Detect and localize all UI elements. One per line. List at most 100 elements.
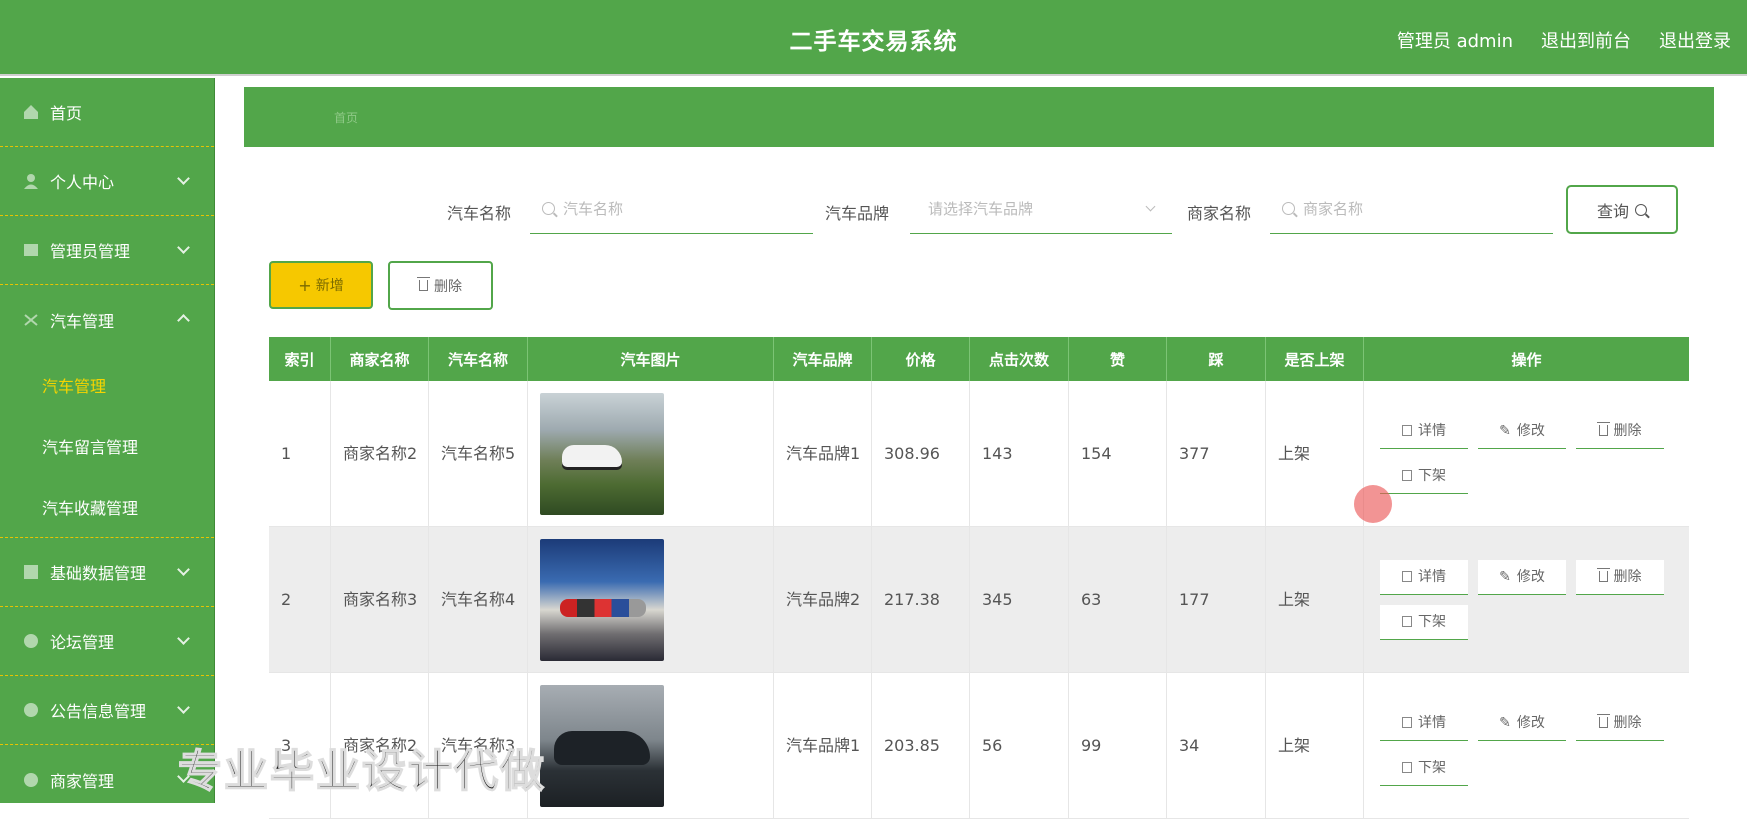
plus-icon: +: [298, 275, 312, 295]
chevron-down-icon: [177, 632, 190, 645]
cell-price: 217.38: [872, 527, 970, 672]
query-button-label: 查询: [1596, 201, 1629, 221]
cell-price: 203.85: [872, 673, 970, 818]
car-photo[interactable]: [540, 684, 664, 807]
edit-button[interactable]: ✎ 修改: [1478, 413, 1566, 449]
breadcrumb-home[interactable]: 首页: [334, 109, 358, 126]
table-row: 2 商家名称3 汽车名称4 汽车品牌2 217.38 345 63 177 上架…: [269, 527, 1689, 673]
unshelf-button[interactable]: 下架: [1380, 458, 1468, 494]
sidebar-item-profile[interactable]: 个人中心: [0, 147, 214, 216]
forum-icon: [22, 632, 40, 650]
merchant-placeholder: 商家名称: [1303, 199, 1364, 218]
table-row: 1 商家名称2 汽车名称5 汽车品牌1 308.96 143 154 377 上…: [269, 381, 1689, 527]
detail-button[interactable]: 详情: [1380, 559, 1468, 595]
detail-label: 详情: [1418, 714, 1446, 731]
sidebar-item-label: 汽车管理: [50, 311, 115, 331]
sidebar-subitem-car-manage[interactable]: 汽车管理: [0, 354, 214, 415]
sidebar-item-label: 个人中心: [50, 173, 115, 192]
sidebar-subitem-car-favorites[interactable]: 汽车收藏管理: [0, 476, 214, 537]
car-name-input[interactable]: 汽车名称: [530, 183, 813, 234]
trash-icon: [417, 277, 430, 291]
car-photo[interactable]: [540, 392, 664, 515]
col-clicks: 点击次数: [970, 337, 1069, 381]
cell-dislikes: 34: [1167, 673, 1266, 818]
sidebar-item-basic-data[interactable]: 基础数据管理: [0, 538, 214, 607]
sidebar-subitem-car-comments[interactable]: 汽车留言管理: [0, 415, 214, 476]
chevron-down-icon: [177, 241, 190, 254]
sidebar: 首页 个人中心 管理员管理 汽车管理 汽车管理 汽车留言管理 汽车收藏管理 基础…: [0, 78, 215, 803]
col-dislikes: 踩: [1167, 337, 1266, 381]
car-name-placeholder: 汽车名称: [563, 199, 624, 218]
sidebar-item-label: 管理员管理: [50, 242, 131, 261]
merchant-input[interactable]: 商家名称: [1270, 183, 1553, 234]
cell-merchant: 商家名称3: [331, 527, 429, 672]
cell-actions: 详情 ✎ 修改 删除 下架: [1364, 381, 1689, 526]
search-form: 汽车名称 汽车名称 汽车品牌 请选择汽车品牌 商家名称 商家名称 查询: [244, 183, 1724, 238]
brand-placeholder: 请选择汽车品牌: [928, 199, 1034, 218]
edit-label: 修改: [1516, 714, 1545, 731]
merchant-icon: [22, 771, 40, 789]
sidebar-item-label: 论坛管理: [50, 633, 115, 652]
pencil-icon: ✎: [1499, 422, 1511, 439]
sidebar-item-label: 基础数据管理: [50, 564, 147, 583]
edit-button[interactable]: ✎ 修改: [1478, 705, 1566, 741]
add-button-label: 新增: [315, 278, 344, 294]
query-button[interactable]: 查询: [1566, 185, 1678, 234]
col-actions: 操作: [1511, 350, 1542, 369]
document-icon: [1402, 425, 1412, 436]
chevron-down-icon: [177, 563, 190, 576]
delete-button[interactable]: 删除: [1576, 413, 1664, 449]
document-icon: [1402, 571, 1412, 582]
car-icon: [22, 311, 40, 329]
col-price: 价格: [872, 337, 970, 381]
detail-label: 详情: [1418, 568, 1446, 585]
detail-label: 详情: [1418, 422, 1446, 439]
cell-merchant: 商家名称2: [331, 381, 429, 526]
search-icon: [542, 201, 555, 215]
batch-delete-button[interactable]: 删除: [388, 261, 493, 310]
unshelf-button[interactable]: 下架: [1380, 750, 1468, 786]
batch-delete-label: 删除: [434, 278, 462, 295]
logout-link[interactable]: 退出登录: [1659, 27, 1731, 53]
edit-button[interactable]: ✎ 修改: [1478, 559, 1566, 595]
sidebar-item-home[interactable]: 首页: [0, 78, 214, 147]
cell-likes: 154: [1069, 381, 1167, 526]
delete-label: 删除: [1613, 568, 1642, 585]
header-actions: 管理员 admin 退出到前台 退出登录: [1397, 27, 1731, 53]
delete-button[interactable]: 删除: [1576, 705, 1664, 741]
merchant-label: 商家名称: [1187, 204, 1252, 223]
cell-clicks: 345: [970, 527, 1069, 672]
unshelf-button[interactable]: 下架: [1380, 604, 1468, 640]
document-icon: [1402, 616, 1412, 627]
cell-likes: 63: [1069, 527, 1167, 672]
cell-likes: 99: [1069, 673, 1167, 818]
pencil-icon: ✎: [1499, 714, 1511, 731]
table-header: 索引 商家名称 汽车名称 汽车图片 汽车品牌 价格 点击次数 赞 踩 是否上架 …: [269, 337, 1689, 381]
watermark-text: 专业毕业设计代做: [177, 745, 546, 798]
exit-to-front-link[interactable]: 退出到前台: [1541, 27, 1631, 53]
car-photo[interactable]: [540, 538, 664, 661]
cell-actions: 详情 ✎ 修改 删除 下架: [1364, 527, 1689, 672]
brand-select[interactable]: 请选择汽车品牌: [910, 183, 1172, 234]
col-likes: 赞: [1069, 337, 1167, 381]
sidebar-item-forum[interactable]: 论坛管理: [0, 607, 214, 676]
add-button[interactable]: + 新增: [269, 261, 373, 309]
detail-button[interactable]: 详情: [1380, 705, 1468, 741]
cell-on-shelf: 上架: [1266, 381, 1364, 526]
cell-car-name: 汽车名称4: [429, 527, 528, 672]
cell-clicks: 56: [970, 673, 1069, 818]
detail-button[interactable]: 详情: [1380, 413, 1468, 449]
cell-dislikes: 177: [1167, 527, 1266, 672]
sidebar-item-car[interactable]: 汽车管理: [0, 285, 214, 354]
col-index: 索引: [269, 337, 331, 381]
sidebar-item-admin[interactable]: 管理员管理: [0, 216, 214, 285]
cell-brand: 汽车品牌1: [774, 673, 872, 818]
cell-price: 308.96: [872, 381, 970, 526]
car-name-label: 汽车名称: [447, 204, 512, 223]
pencil-icon: ✎: [1499, 568, 1511, 585]
delete-button[interactable]: 删除: [1576, 559, 1664, 595]
trash-icon: [1596, 714, 1610, 728]
col-brand: 汽车品牌: [774, 337, 872, 381]
cell-on-shelf: 上架: [1266, 673, 1364, 818]
current-user: 管理员 admin: [1396, 31, 1513, 52]
